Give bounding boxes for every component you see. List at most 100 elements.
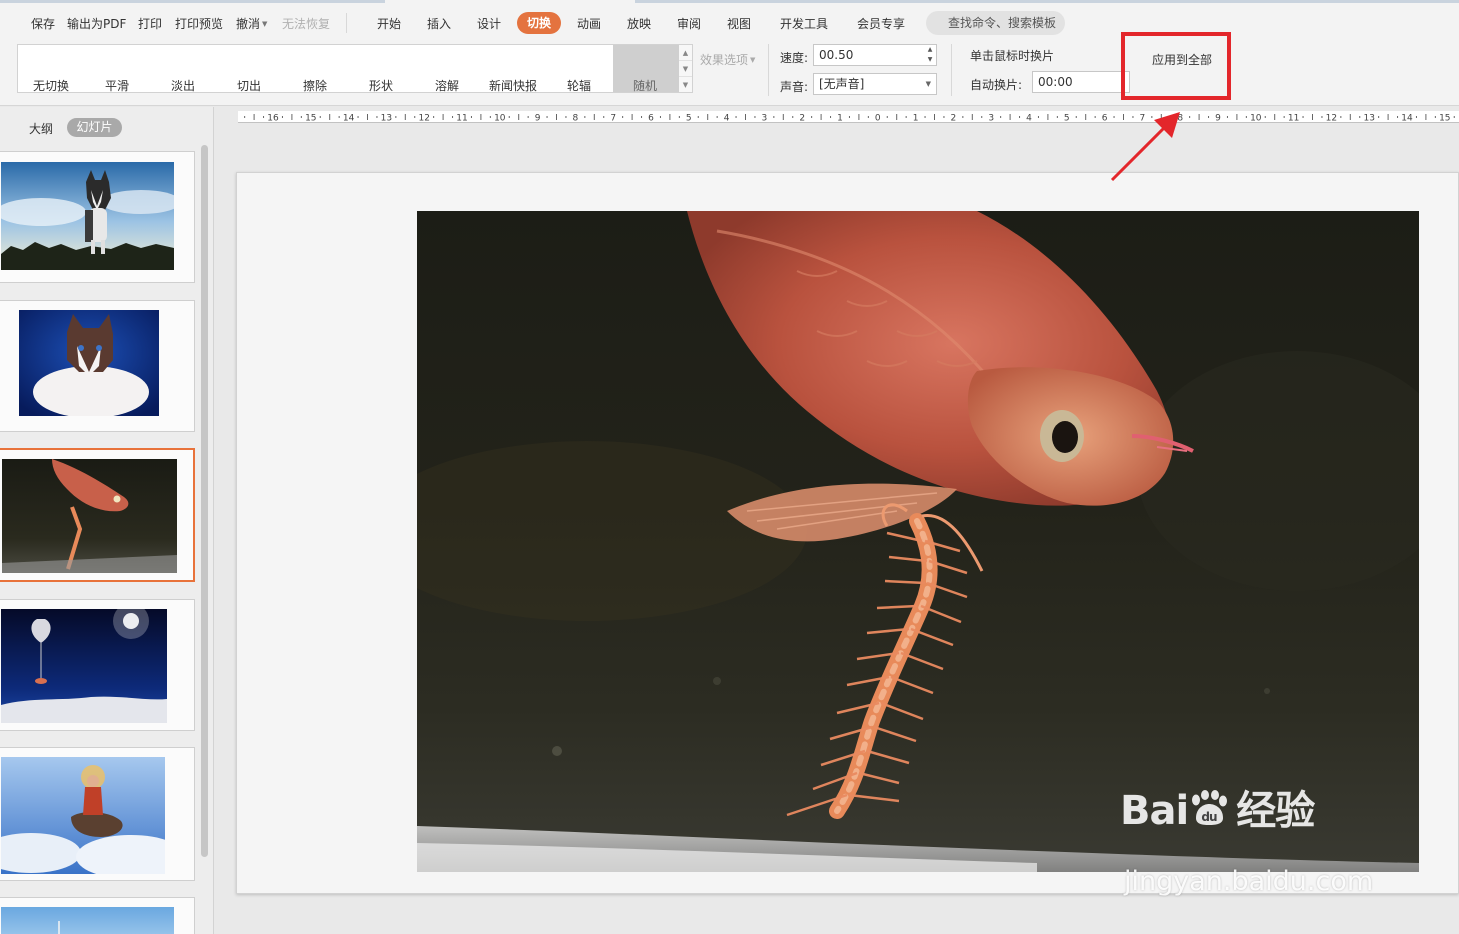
ruler-label: 4: [724, 114, 730, 124]
sky-image: [1, 907, 174, 934]
speed-stepper[interactable]: ▲ ▼: [924, 45, 936, 65]
transition-none[interactable]: 无切换: [33, 77, 69, 94]
speed-input[interactable]: 00.50 ▲ ▼: [813, 44, 937, 66]
ruler-label: 16: [267, 114, 279, 124]
ruler-label: 9: [535, 114, 541, 124]
ruler-label: 8: [573, 114, 579, 124]
sound-select[interactable]: [无声音] ▼: [813, 73, 937, 95]
print-preview-button[interactable]: 打印预览: [175, 15, 223, 32]
tab-review[interactable]: 审阅: [677, 15, 701, 32]
tab-insert[interactable]: 插入: [427, 15, 451, 32]
slide-thumbnail[interactable]: [0, 300, 195, 432]
ruler-label: 5: [1064, 114, 1070, 124]
tab-developer[interactable]: 开发工具: [780, 15, 828, 32]
ruler-label: 7: [610, 114, 616, 124]
chevron-up-icon[interactable]: ▲: [679, 45, 692, 61]
tab-home[interactable]: 开始: [377, 15, 401, 32]
transition-random-label: 随机: [633, 79, 658, 93]
redo-button[interactable]: 无法恢复: [282, 15, 330, 32]
tab-outline[interactable]: 大纲: [29, 120, 53, 137]
slide-panel: 大纲 幻灯片: [0, 107, 214, 934]
ruler-label: 6: [648, 114, 654, 124]
annotation-highlight-box: [1121, 32, 1231, 100]
print-button[interactable]: 打印: [138, 15, 162, 32]
slide-thumbnail[interactable]: [0, 599, 195, 731]
chevron-down-icon: ▼: [750, 56, 756, 64]
divider: [768, 44, 769, 96]
fish-thumbnail-image: [2, 459, 177, 573]
arowana-fish-photo[interactable]: [417, 211, 1419, 872]
ruler-label: 12: [1326, 114, 1337, 124]
export-pdf-button[interactable]: 输出为PDF: [67, 15, 126, 32]
tab-slides[interactable]: 幻灯片: [67, 118, 122, 137]
chevron-down-icon[interactable]: ▼: [679, 61, 692, 77]
slide-thumbnail[interactable]: [0, 897, 195, 934]
ruler-label: 5: [686, 114, 692, 124]
transition-dissolve[interactable]: 溶解: [435, 77, 459, 94]
husky-image: [1, 162, 174, 270]
ruler-label: 2: [951, 114, 957, 124]
tab-transitions[interactable]: 切换: [517, 12, 562, 34]
cat-image: [19, 310, 159, 416]
ruler-label: 11: [1288, 114, 1299, 124]
advance-on-click-label[interactable]: 单击鼠标时换片: [970, 47, 1054, 64]
transition-fade[interactable]: 淡出: [171, 77, 195, 94]
expand-gallery-icon[interactable]: ▼: [679, 77, 692, 93]
watermark-url: jingyan.baidu.com: [1124, 866, 1374, 897]
panel-scrollbar[interactable]: [201, 145, 208, 857]
sound-value: [无声音]: [819, 77, 865, 91]
search-label: 查找命令、搜索模板: [948, 16, 1057, 30]
ruler-label: 13: [1363, 114, 1374, 124]
ruler-label: 0: [875, 114, 881, 124]
ruler-label: 15: [1439, 114, 1450, 124]
ruler-label: 10: [494, 114, 506, 124]
chevron-down-icon[interactable]: ▼: [262, 20, 267, 28]
tab-design[interactable]: 设计: [477, 15, 501, 32]
transition-random[interactable]: 随机: [613, 45, 679, 93]
ruler-label: 15: [305, 114, 316, 124]
save-button[interactable]: 保存: [31, 15, 55, 32]
ruler-label: 3: [762, 114, 768, 124]
auto-advance-value: 00:00: [1038, 75, 1073, 89]
slide-thumbnail[interactable]: [0, 747, 195, 881]
ribbon: 保存 输出为PDF 打印 打印预览 撤消 ▼ 无法恢复 开始 插入 设计 切换 动…: [0, 0, 1459, 106]
ruler-label: 14: [343, 114, 355, 124]
gallery-scroller: ▲ ▼ ▼: [679, 44, 693, 93]
ruler-label: 12: [418, 114, 429, 124]
slide-thumbnail-selected[interactable]: [0, 448, 195, 582]
effect-options-button[interactable]: 效果选项 ▼: [700, 51, 755, 68]
slide-thumbnail[interactable]: [0, 151, 195, 283]
transition-cut[interactable]: 切出: [237, 77, 261, 94]
ruler-label: 10: [1250, 114, 1262, 124]
transition-wheel[interactable]: 轮辐: [567, 77, 591, 94]
ruler-label: 8: [1177, 114, 1183, 124]
ruler-label: 3: [988, 114, 994, 124]
undo-button[interactable]: 撤消 ▼: [236, 15, 267, 32]
divider: [951, 44, 952, 96]
ruler-label: 1: [837, 114, 843, 124]
figure-on-tiger-image: [1, 757, 165, 874]
speed-label: 速度:: [780, 51, 809, 65]
transition-wipe[interactable]: 擦除: [303, 77, 327, 94]
ruler-scale: 16 15 14 13 12 11 10 9 8 7 6 5 4 3 2 1 0 1 2 3 4 5 6 7 8 9 10 11 12 1…: [244, 114, 1455, 124]
transition-shape[interactable]: 形状: [369, 77, 393, 94]
tab-slideshow[interactable]: 放映: [627, 15, 651, 32]
transition-gallery: 无切换 平滑 淡出 切出 擦除 形状 溶解 新闻快报 轮辐 随机: [17, 44, 679, 93]
tab-member[interactable]: 会员专享: [857, 15, 905, 32]
auto-advance-input[interactable]: 00:00: [1032, 71, 1130, 93]
tab-view[interactable]: 视图: [727, 15, 751, 32]
transition-newsflash[interactable]: 新闻快报: [489, 77, 537, 94]
command-search[interactable]: 查找命令、搜索模板: [926, 11, 1065, 35]
balloon-space-image: [1, 609, 167, 723]
divider: [346, 13, 347, 33]
ruler-label: 9: [1215, 114, 1221, 124]
logo-cn-text: 经验: [1236, 788, 1315, 834]
ruler-label: 1: [913, 114, 919, 124]
tab-animation[interactable]: 动画: [577, 15, 601, 32]
paw-icon: du: [1188, 790, 1230, 826]
ruler-label: 11: [456, 114, 467, 124]
ruler-label: 7: [1140, 114, 1146, 124]
transition-smooth[interactable]: 平滑: [105, 77, 129, 94]
ribbon-top-border: [0, 0, 1459, 3]
svg-text:du: du: [1202, 810, 1218, 824]
